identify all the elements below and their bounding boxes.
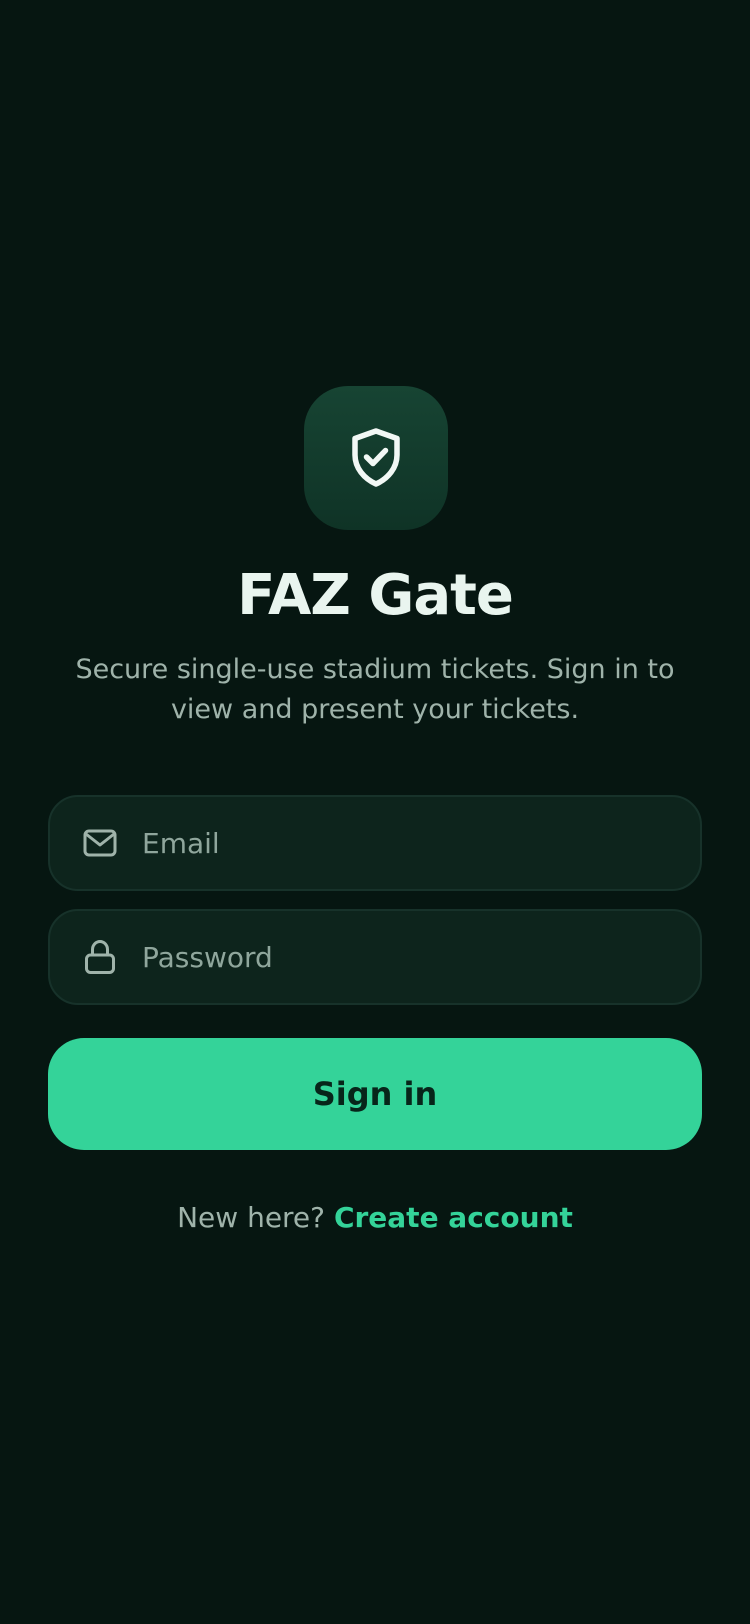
create-account-link[interactable]: Create account xyxy=(334,1201,573,1234)
login-screen: FAZ Gate Secure single-use stadium ticke… xyxy=(0,0,750,1624)
shield-check-icon xyxy=(352,428,400,487)
email-field[interactable] xyxy=(48,795,702,891)
app-subtitle: Secure single-use stadium tickets. Sign … xyxy=(75,654,675,725)
password-input[interactable] xyxy=(142,911,682,1003)
mail-icon xyxy=(82,825,118,861)
lock-icon xyxy=(82,939,118,975)
sign-in-button[interactable]: Sign in xyxy=(48,1038,702,1150)
email-input[interactable] xyxy=(142,797,682,889)
signup-prompt: New here? Create account xyxy=(0,1196,750,1240)
app-logo xyxy=(304,386,448,530)
password-field[interactable] xyxy=(48,909,702,1005)
app-title: FAZ Gate xyxy=(237,563,514,628)
signup-prompt-text: New here? xyxy=(177,1201,326,1234)
